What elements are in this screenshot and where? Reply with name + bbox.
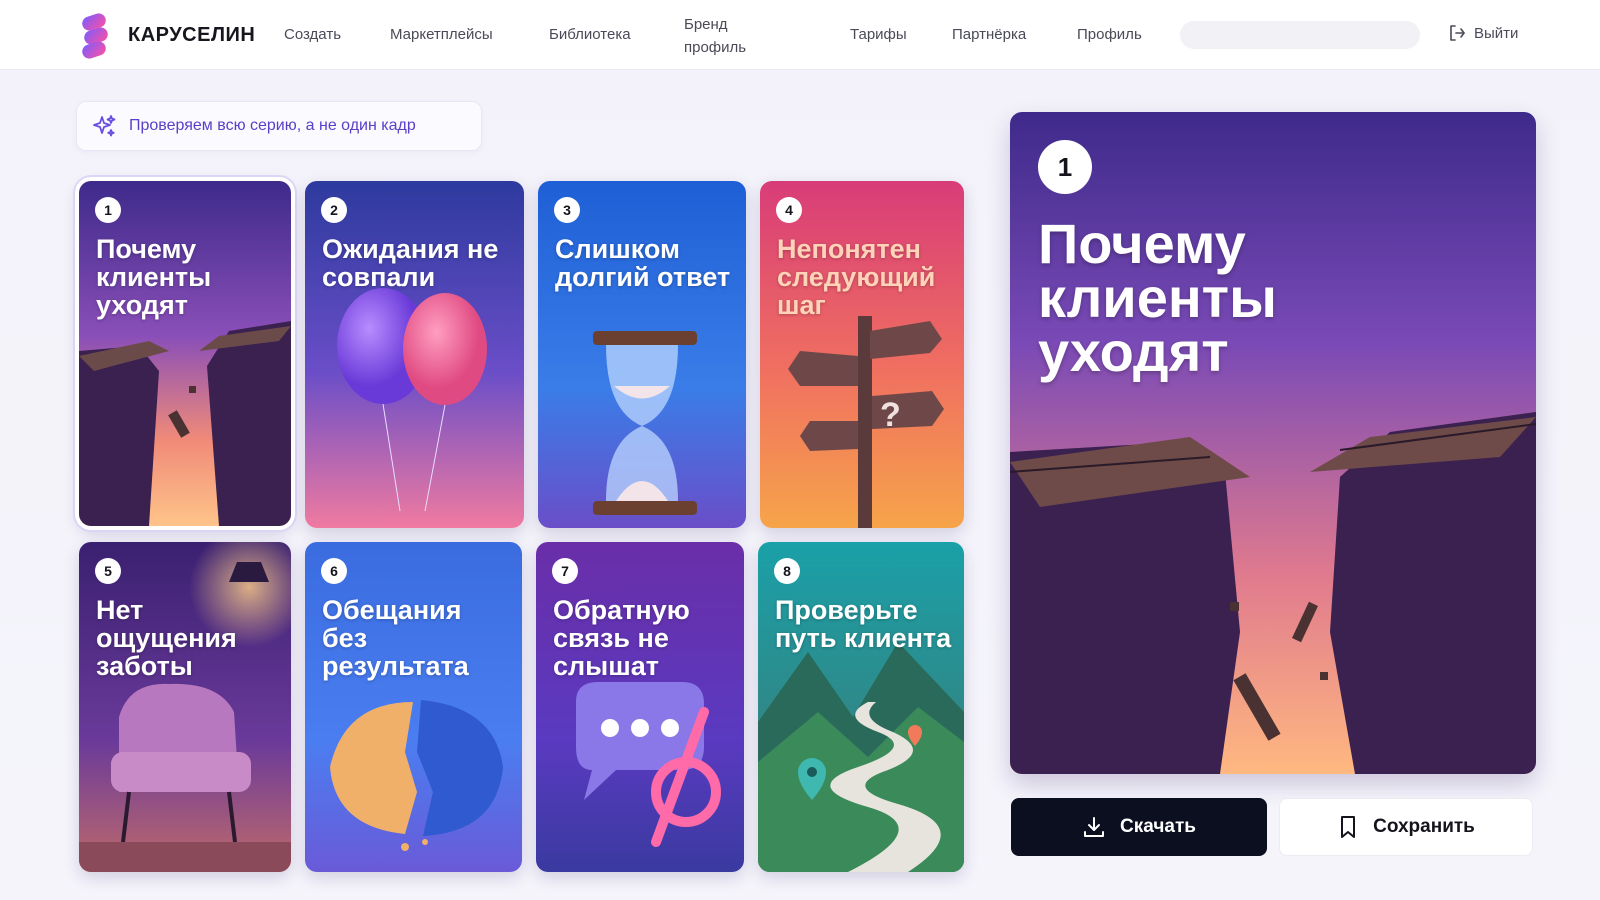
carousel-card-3[interactable]: 3 Слишком долгий ответ — [538, 181, 746, 528]
nav-create[interactable]: Создать — [284, 26, 341, 43]
nav-tariffs[interactable]: Тарифы — [850, 26, 907, 43]
card-number-badge: 1 — [95, 197, 121, 223]
download-icon — [1084, 817, 1105, 837]
series-check-banner: Проверяем всю серию, а не один кадр — [76, 101, 482, 151]
card-title: Непонятен следующий шаг — [777, 234, 936, 320]
logout-button[interactable]: Выйти — [1448, 24, 1518, 42]
save-button[interactable]: Сохранить — [1279, 798, 1533, 856]
banner-text: Проверяем всю серию, а не один кадр — [129, 117, 416, 134]
card-title: Почему клиенты уходят — [96, 234, 212, 320]
carousel-card-6[interactable]: 6 Обещания без результата — [305, 542, 522, 872]
card-title: Ожидания не совпали — [322, 234, 499, 292]
logout-icon — [1450, 25, 1465, 41]
card-title: Обратную связь не слышат — [553, 595, 690, 681]
carousel-card-4[interactable]: ? 4 Непонятен следующий шаг — [760, 181, 964, 528]
card-title: Слишком долгий ответ — [555, 234, 731, 292]
card-number-badge: 7 — [552, 558, 578, 584]
broken-cookie-illustration — [305, 542, 522, 872]
nav-library[interactable]: Библиотека — [549, 26, 631, 43]
card-title: Проверьте путь клиента — [775, 595, 952, 653]
top-navigation-bar: КАРУСЕЛИН Создать Маркетплейсы Библиотек… — [0, 0, 1600, 70]
card-number-badge: 6 — [321, 558, 347, 584]
brand-name[interactable]: КАРУСЕЛИН — [128, 24, 255, 47]
card-number-badge: 5 — [95, 558, 121, 584]
download-button[interactable]: Скачать — [1011, 798, 1267, 856]
nav-marketplaces[interactable]: Маркетплейсы — [390, 26, 493, 43]
card-number-badge: 4 — [776, 197, 802, 223]
selected-card-preview: 1 Почему клиенты уходят — [1010, 112, 1536, 774]
nav-profile[interactable]: Профиль — [1077, 26, 1142, 43]
preview-number-badge: 1 — [1038, 140, 1092, 194]
winding-road-illustration — [758, 542, 964, 872]
card-number-badge: 8 — [774, 558, 800, 584]
broken-bridge-illustration — [79, 181, 291, 526]
bookmark-icon — [1341, 816, 1356, 838]
carousel-card-7[interactable]: 7 Обратную связь не слышат — [536, 542, 744, 872]
armchair-lamp-illustration — [79, 542, 291, 872]
card-title: Нет ощущения заботы — [96, 595, 237, 681]
nav-partner[interactable]: Партнёрка — [952, 26, 1026, 43]
carousel-card-2[interactable]: 2 Ожидания не совпали — [305, 181, 524, 528]
nav-brand-profile[interactable]: Бренд профиль — [684, 13, 764, 59]
sparkles-icon — [93, 115, 116, 137]
card-title: Обещания без результата — [322, 595, 469, 681]
download-label: Скачать — [1120, 816, 1196, 837]
carousel-card-8[interactable]: 8 Проверьте путь клиента — [758, 542, 964, 872]
card-number-badge: 2 — [321, 197, 347, 223]
search-input[interactable] — [1180, 21, 1420, 49]
carousel-card-5[interactable]: 5 Нет ощущения заботы — [79, 542, 291, 872]
carousel-card-1[interactable]: 1 Почему клиенты уходят — [75, 177, 295, 530]
svg-text:?: ? — [880, 396, 901, 434]
save-label: Сохранить — [1373, 816, 1475, 837]
card-number-badge: 3 — [554, 197, 580, 223]
muted-chat-bubble-illustration — [536, 542, 744, 872]
logout-label: Выйти — [1474, 24, 1519, 42]
preview-title: Почему клиенты уходят — [1038, 212, 1277, 383]
logo-icon[interactable] — [80, 13, 110, 59]
